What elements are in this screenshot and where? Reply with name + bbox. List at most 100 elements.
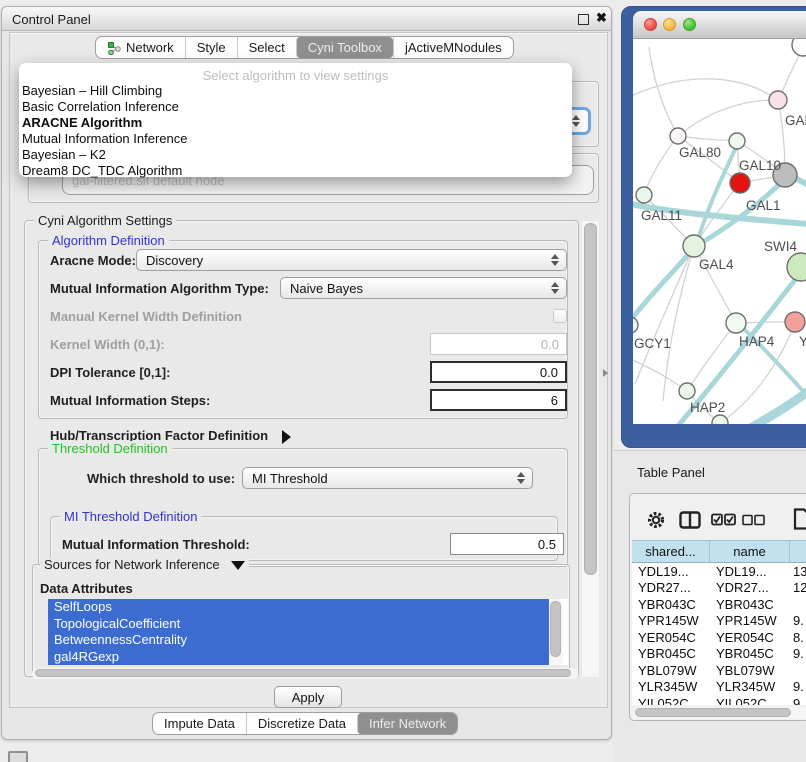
tab-infer-network[interactable]: Infer Network — [357, 713, 457, 734]
network-node-hap4[interactable] — [726, 313, 746, 333]
splitter-handle-icon[interactable] — [603, 369, 608, 377]
network-view-window[interactable]: GALGAL80GAL10GAL1GAL11GAL4SWI4GCY1HAP4YH… — [621, 6, 806, 448]
column-header-shared[interactable]: shared... — [632, 540, 710, 563]
mi-threshold-label: Mutual Information Threshold: — [62, 537, 250, 552]
network-node-gal80[interactable] — [670, 128, 686, 144]
attribute-betweennesscentrality[interactable]: BetweennessCentrality — [48, 632, 549, 649]
column-header-name[interactable]: name — [710, 540, 790, 563]
attributes-scrollbar-thumb[interactable] — [550, 601, 561, 657]
table-cell: 8. — [790, 629, 806, 646]
network-node-gal10[interactable] — [729, 133, 745, 149]
network-node-gal-partial[interactable] — [769, 91, 787, 109]
sources-expander[interactable]: Sources for Network Inference — [40, 557, 249, 572]
network-node-bottom-node[interactable] — [712, 415, 728, 424]
network-edge[interactable] — [644, 136, 678, 195]
tab-select[interactable]: Select — [237, 37, 296, 58]
settings-hscrollbar-thumb[interactable] — [35, 669, 571, 677]
attribute-selfloops[interactable]: SelfLoops — [48, 599, 549, 616]
table-hscrollbar-track — [632, 707, 806, 719]
table-cell: 12 — [790, 580, 806, 597]
tab-jactivemnodules[interactable]: jActiveMNodules — [393, 37, 513, 58]
select-all-icon[interactable] — [711, 513, 737, 532]
table-row[interactable]: YIL052CYIL052C9 — [632, 695, 806, 705]
attribute-gal4rgexp[interactable]: gal4RGexp — [48, 649, 549, 666]
data-attributes-label: Data Attributes — [40, 581, 133, 596]
network-edge[interactable] — [633, 357, 687, 391]
network-edge[interactable] — [633, 246, 696, 331]
algorithm-option-basic-correlation-inference[interactable]: Basic Correlation Inference — [19, 99, 572, 115]
table-row[interactable]: YDL19...YDL19...13 — [632, 563, 806, 580]
table-cell: YBL079W — [632, 662, 710, 679]
network-node-gal11[interactable] — [636, 187, 652, 203]
network-node-swi4[interactable] — [787, 253, 806, 281]
algorithm-option-mutual-information-inference[interactable]: Mutual Information Inference — [19, 131, 572, 147]
close-panel-icon[interactable]: ✖ — [596, 10, 607, 26]
tab-label: Style — [197, 40, 226, 55]
table-cell: YIL052C — [632, 695, 710, 705]
aracne-mode-combo[interactable]: Discovery — [136, 249, 567, 271]
float-window-icon[interactable] — [578, 14, 589, 25]
network-window-titlebar[interactable] — [633, 11, 806, 39]
network-node-gal1[interactable] — [730, 173, 750, 193]
apply-button[interactable]: Apply — [274, 686, 342, 708]
algorithm-option-dream8-dc-tdc-algorithm[interactable]: Dream8 DC_TDC Algorithm — [19, 163, 572, 179]
table-row[interactable]: YBR045CYBR045C9. — [632, 646, 806, 663]
which-threshold-combo[interactable]: MI Threshold — [242, 467, 533, 489]
algorithm-option-bayesian-k2[interactable]: Bayesian – K2 — [19, 147, 572, 163]
table-row[interactable]: YBL079WYBL079W — [632, 662, 806, 679]
zoom-window-icon[interactable] — [683, 18, 696, 31]
settings-vscrollbar-thumb[interactable] — [584, 223, 597, 575]
table-hscrollbar-thumb[interactable] — [635, 708, 791, 717]
attribute-topologicalcoefficient[interactable]: TopologicalCoefficient — [48, 616, 549, 633]
deselect-all-icon[interactable] — [742, 514, 765, 532]
tab-style[interactable]: Style — [185, 37, 237, 58]
table-cell: YBR045C — [632, 646, 710, 663]
table-row[interactable]: YLR345WYLR345W9. — [632, 679, 806, 696]
close-window-icon[interactable] — [644, 18, 657, 31]
dpi-tolerance-field[interactable]: 0.0 — [430, 361, 567, 383]
mi-algorithm-type-value: Naive Bayes — [290, 281, 363, 296]
algorithm-option-aracne-algorithm[interactable]: ARACNE Algorithm — [19, 115, 572, 131]
network-canvas[interactable]: GALGAL80GAL10GAL1GAL11GAL4SWI4GCY1HAP4YH… — [633, 39, 806, 424]
network-node-salmon-node[interactable] — [785, 312, 805, 332]
tab-impute-data[interactable]: Impute Data — [153, 713, 246, 734]
network-node-gcy1[interactable] — [633, 317, 638, 333]
network-edge[interactable] — [633, 79, 778, 100]
network-node-gal4[interactable] — [683, 235, 705, 257]
mi-algorithm-type-combo[interactable]: Naive Bayes — [280, 277, 567, 299]
gear-icon[interactable] — [646, 510, 666, 535]
network-edge[interactable] — [678, 136, 737, 141]
kernel-width-label: Kernel Width (0,1): — [50, 337, 165, 352]
table-row[interactable]: YER054CYER054C8. — [632, 629, 806, 646]
network-node-open-top-right[interactable] — [792, 39, 806, 56]
tab-label: Discretize Data — [258, 716, 346, 731]
network-edge[interactable] — [678, 100, 778, 136]
minimize-window-icon[interactable] — [663, 18, 676, 31]
table-row[interactable]: YBR043CYBR043C — [632, 596, 806, 613]
table-cell: YBL079W — [710, 662, 790, 679]
control-panel-window: Control Panel ✖ NetworkStyleSelectCyni T… — [1, 6, 612, 740]
column-header-a[interactable]: A — [790, 540, 806, 563]
minimized-panel-icon[interactable] — [8, 751, 28, 762]
manual-kernel-width-checkbox[interactable] — [553, 309, 567, 323]
tab-network[interactable]: Network — [96, 37, 185, 58]
mi-steps-field[interactable]: 6 — [430, 389, 567, 411]
network-node-hap2[interactable] — [679, 383, 695, 399]
tab-discretize-data[interactable]: Discretize Data — [246, 713, 357, 734]
network-edge[interactable] — [649, 47, 678, 136]
kernel-width-field[interactable]: 0.0 — [430, 333, 567, 355]
table-row[interactable]: YPR145WYPR145W9. — [632, 613, 806, 630]
mi-threshold-field[interactable]: 0.5 — [450, 533, 564, 555]
document-icon[interactable] — [793, 508, 806, 535]
which-threshold-value: MI Threshold — [252, 471, 328, 486]
table-row[interactable]: YDR27...YDR27...12 — [632, 580, 806, 597]
data-attributes-list: SelfLoopsTopologicalCoefficientBetweenne… — [48, 599, 568, 665]
network-edge[interactable] — [745, 381, 806, 424]
tab-cyni-toolbox[interactable]: Cyni Toolbox — [296, 37, 393, 58]
network-edge[interactable] — [635, 246, 694, 384]
algorithm-option-bayesian-hill-climbing[interactable]: Bayesian – Hill Climbing — [19, 83, 572, 99]
columns-icon[interactable] — [679, 511, 702, 535]
table-cell: YBR043C — [710, 596, 790, 613]
table-cell: YER054C — [632, 629, 710, 646]
network-edge[interactable] — [687, 323, 736, 391]
